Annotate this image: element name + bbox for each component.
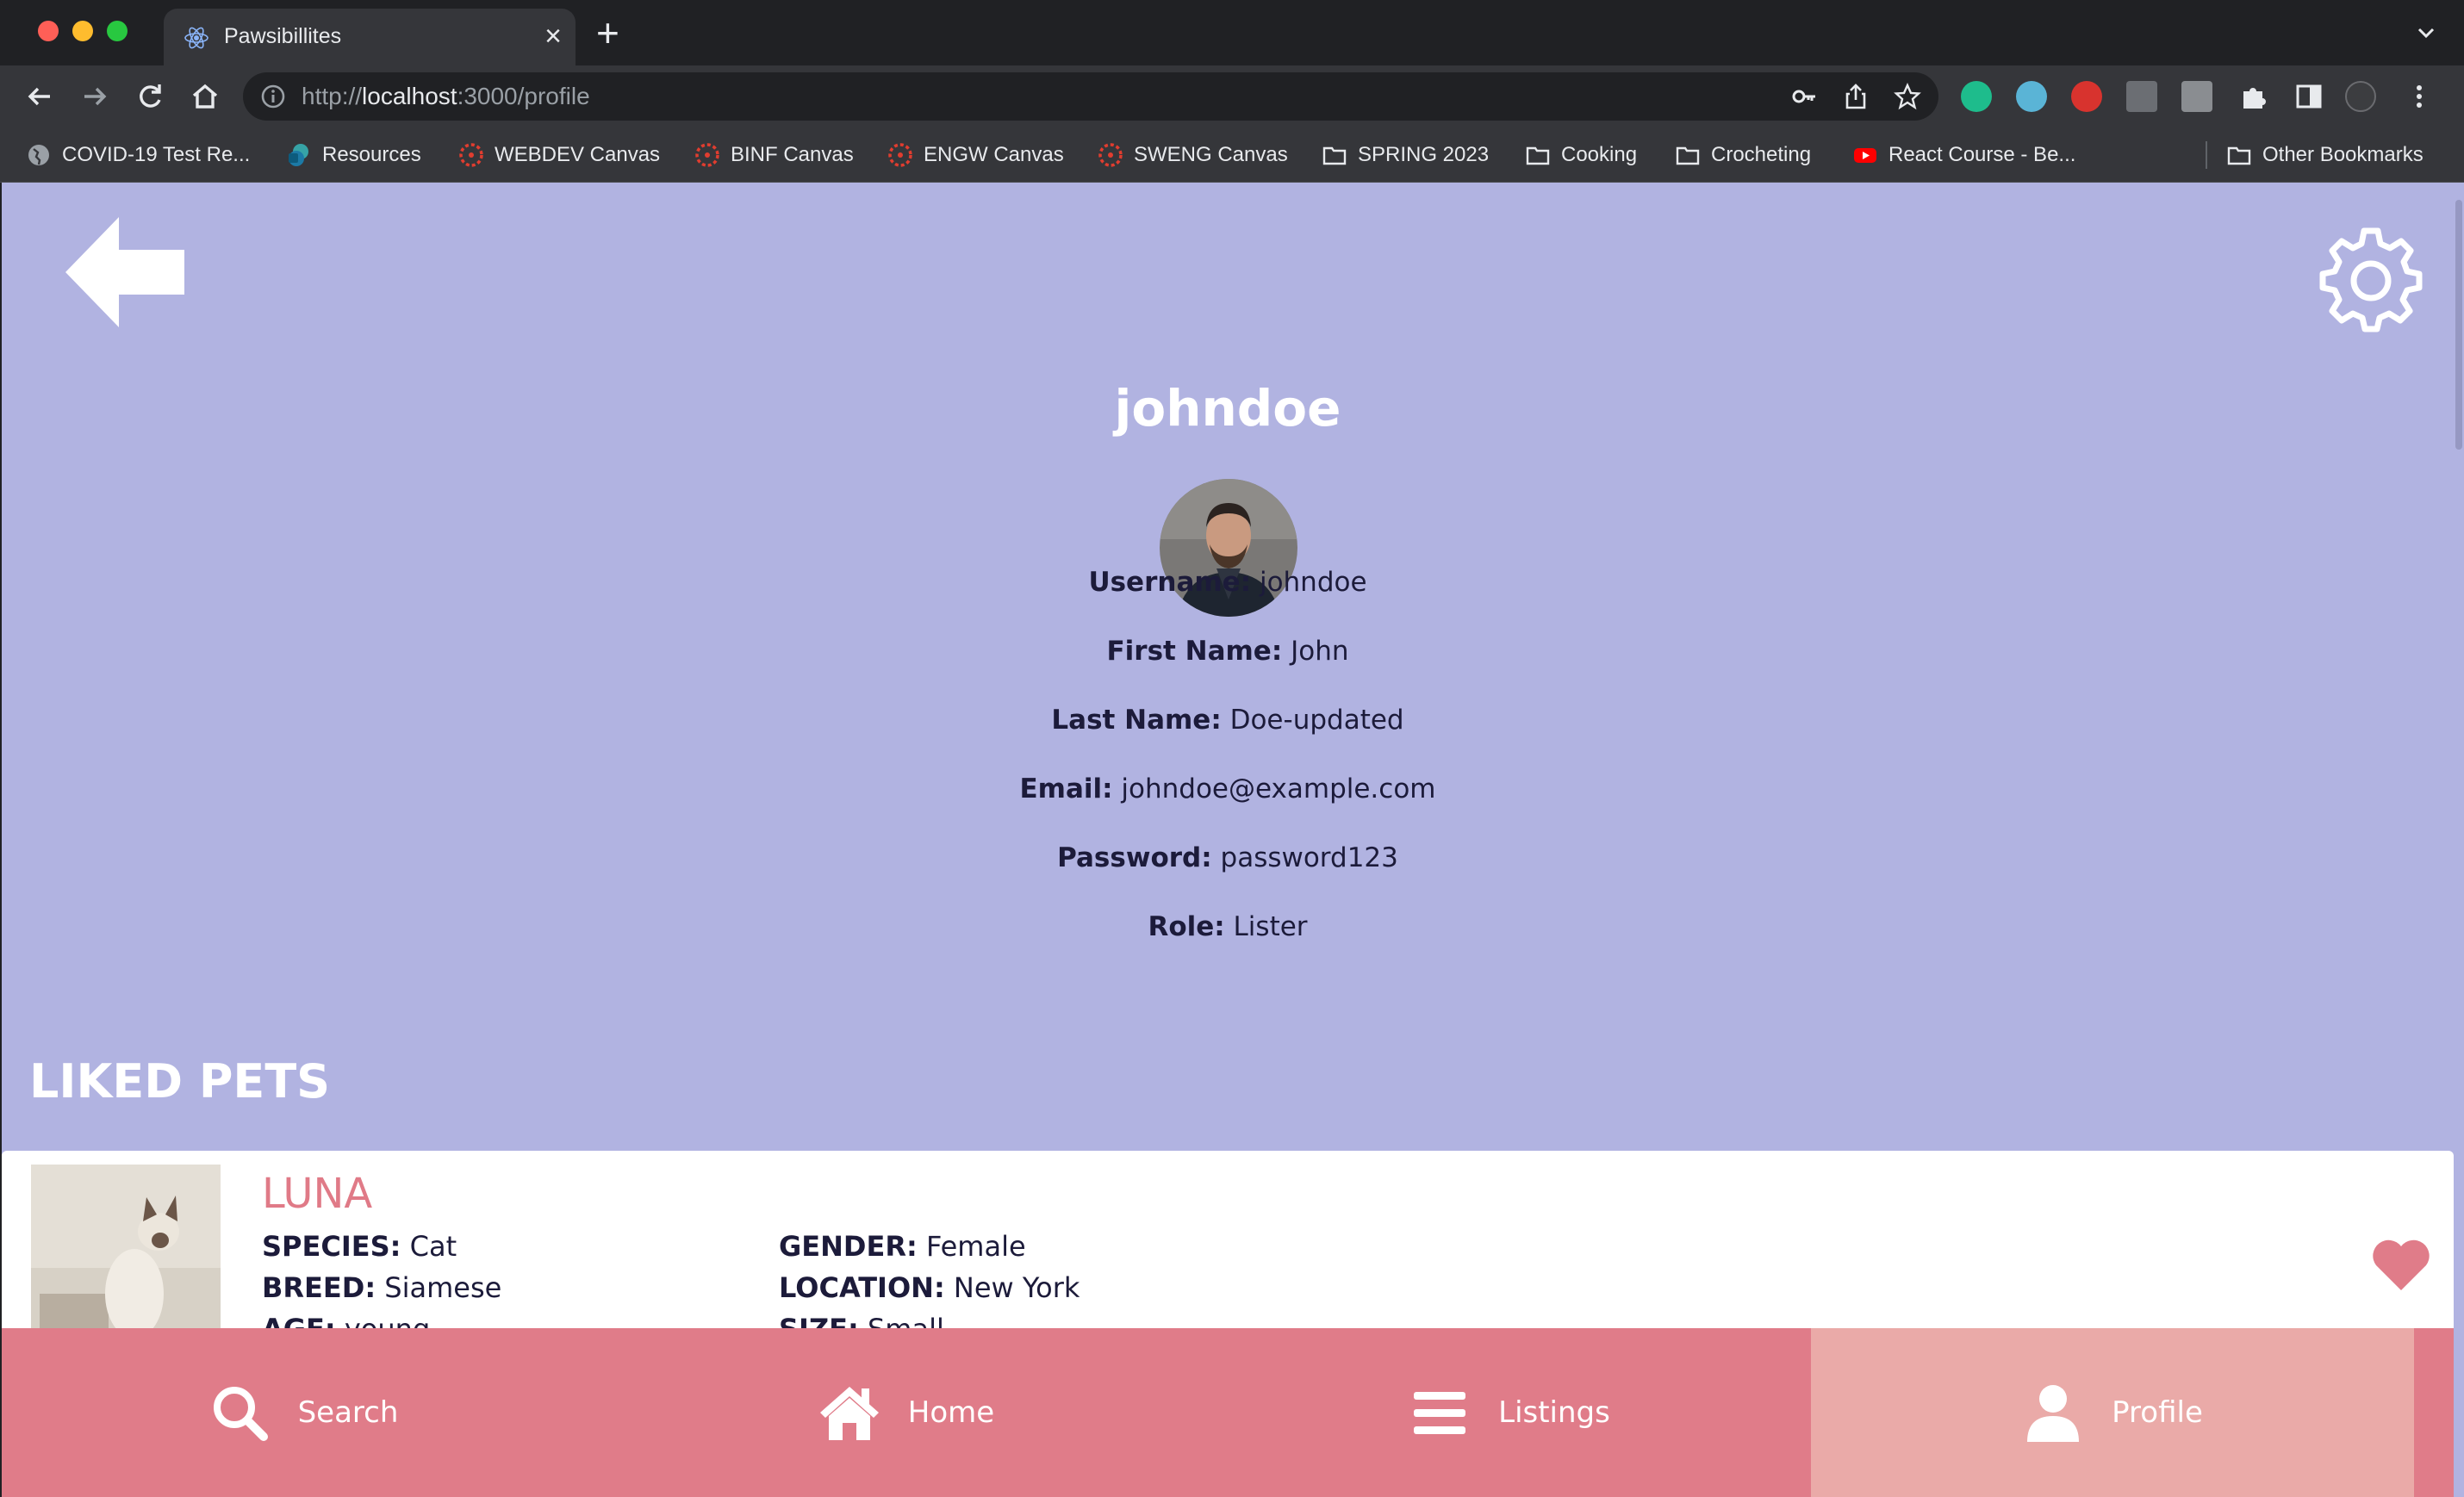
home-icon[interactable] (188, 79, 222, 114)
youtube-icon (1854, 148, 1876, 163)
bookmark-folder[interactable]: SPRING 2023 (1322, 140, 1489, 171)
maximize-window-button[interactable] (107, 21, 128, 41)
tab-title: Pawsibillites (224, 24, 342, 48)
key-icon[interactable] (1790, 83, 1818, 110)
heart-icon[interactable] (2371, 1237, 2431, 1292)
close-tab-icon[interactable]: × (544, 19, 562, 53)
profile-field-last-name: Last Name: Doe-updated (1051, 705, 1404, 736)
share-icon[interactable] (1842, 83, 1870, 110)
star-icon[interactable] (1894, 83, 1921, 110)
canvas-icon (695, 143, 719, 167)
pet-photo (31, 1165, 221, 1354)
pet-breed: BREED: Siamese (262, 1271, 502, 1304)
profile-field-password: Password: password123 (1057, 842, 1398, 873)
other-bookmarks-folder[interactable]: Other Bookmarks (2226, 140, 2424, 171)
bookmark-item[interactable]: Resources (286, 140, 421, 171)
page-scrollbar[interactable] (2454, 183, 2464, 1497)
bookmark-folder[interactable]: Crocheting (1675, 140, 1811, 171)
pet-location: LOCATION: New York (779, 1271, 1080, 1304)
nav-profile[interactable]: Profile (1811, 1328, 2414, 1497)
user-icon (2027, 1385, 2080, 1442)
profile-field-first-name: First Name: John (1106, 636, 1349, 667)
canvas-icon (459, 143, 483, 167)
pet-name: LUNA (262, 1170, 373, 1218)
bookmark-folder[interactable]: Cooking (1525, 140, 1637, 171)
kebab-menu-icon[interactable] (2402, 79, 2436, 114)
bottom-nav: Search Home Listings Profile (2, 1328, 2454, 1497)
home-icon (819, 1387, 879, 1440)
bookmark-item[interactable]: BINF Canvas (694, 140, 854, 171)
bookmark-item[interactable]: WEBDEV Canvas (458, 140, 660, 171)
back-icon[interactable] (22, 79, 57, 114)
profile-avatar-icon[interactable] (2345, 81, 2376, 112)
nav-search[interactable]: Search (2, 1328, 605, 1497)
profile-field-email: Email: johndoe@example.com (1019, 773, 1436, 804)
url-text: http://localhost:3000/profile (302, 83, 590, 109)
bookmarks-separator (2206, 141, 2207, 169)
address-bar[interactable]: http://localhost:3000/profile (243, 72, 1938, 121)
address-bar-actions (1790, 83, 1921, 110)
profile-field-role: Role: Lister (1148, 911, 1308, 942)
facebook-extension-icon[interactable] (2126, 81, 2157, 112)
page-title: johndoe (1114, 379, 1341, 438)
settings-gear-icon[interactable] (2318, 226, 2424, 332)
nav-edge (2414, 1328, 2435, 1497)
react-icon (184, 27, 208, 49)
folder-icon (1676, 146, 1700, 165)
back-arrow-icon[interactable] (65, 217, 186, 329)
forward-icon[interactable] (78, 79, 112, 114)
folder-icon (1526, 146, 1550, 165)
info-icon[interactable] (260, 84, 286, 109)
folder-icon (1322, 146, 1347, 165)
browser-toolbar: http://localhost:3000/profile (0, 65, 2464, 127)
nav-home[interactable]: Home (605, 1328, 1208, 1497)
minimize-window-button[interactable] (72, 21, 93, 41)
bookmark-item[interactable]: COVID-19 Test Re... (26, 140, 250, 171)
hand-extension-icon[interactable] (2071, 81, 2102, 112)
pet-gender: GENDER: Female (779, 1230, 1026, 1263)
nav-listings[interactable]: Listings (1208, 1328, 1811, 1497)
browser-tab-strip: Pawsibillites × + (0, 0, 2464, 65)
new-tab-button[interactable]: + (596, 12, 619, 53)
reload-icon[interactable] (133, 79, 167, 114)
extension-m-icon[interactable] (2016, 81, 2047, 112)
browser-tab[interactable]: Pawsibillites × (164, 9, 576, 65)
profile-page: johndoe Username: johndoe First Name: Jo… (2, 183, 2454, 1497)
canvas-icon (888, 143, 912, 167)
canvas-icon (1098, 143, 1123, 167)
bookmarks-bar: COVID-19 Test Re... Resources WEBDEV Can… (0, 127, 2464, 183)
search-icon (213, 1387, 268, 1441)
liked-pets-heading: LIKED PETS (29, 1054, 331, 1109)
grammarly-icon[interactable] (1961, 81, 1992, 112)
extension-k-icon[interactable] (2181, 81, 2212, 112)
globe-icon (28, 145, 49, 165)
pet-species: SPECIES: Cat (262, 1230, 457, 1263)
sharepoint-icon (289, 144, 308, 166)
list-icon (1414, 1392, 1466, 1434)
chevron-down-icon[interactable] (2414, 21, 2438, 45)
sidebar-icon[interactable] (2292, 79, 2326, 114)
profile-field-username: Username: johndoe (1088, 567, 1367, 598)
close-window-button[interactable] (38, 21, 59, 41)
scrollbar-thumb[interactable] (2455, 200, 2462, 450)
bookmark-item[interactable]: ENGW Canvas (887, 140, 1064, 171)
puzzle-icon[interactable] (2237, 79, 2271, 114)
bookmark-item[interactable]: React Course - Be... (1852, 140, 2075, 171)
folder-icon (2227, 146, 2251, 165)
bookmark-item[interactable]: SWENG Canvas (1098, 140, 1288, 171)
